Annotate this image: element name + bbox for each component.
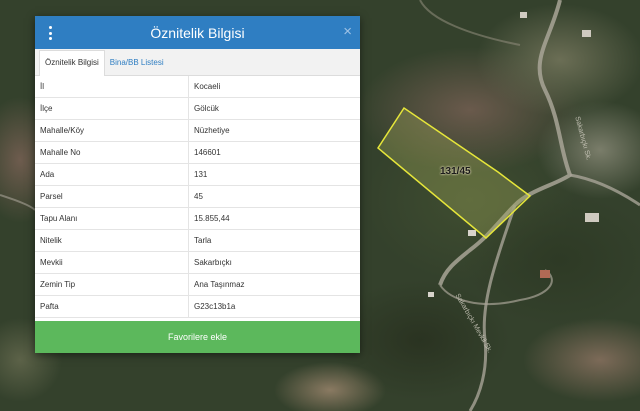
tab-bar: Öznitelik Bilgisi Bina/BB Listesi xyxy=(35,49,360,76)
attribute-value: Tarla xyxy=(188,229,360,252)
tab-attribute-info[interactable]: Öznitelik Bilgisi xyxy=(39,50,105,76)
attribute-key: Mahalle No xyxy=(35,141,189,164)
attribute-key: Parsel xyxy=(35,185,189,208)
panel-title: Öznitelik Bilgisi xyxy=(150,24,245,41)
attribute-value: Ana Taşınmaz xyxy=(188,273,360,296)
attribute-key: İlçe xyxy=(35,97,189,120)
building xyxy=(428,292,434,297)
table-row: İlçe Gölcük xyxy=(35,97,360,120)
table-row: Tapu Alanı 15.855,44 xyxy=(35,207,360,230)
attribute-key: Tapu Alanı xyxy=(35,207,189,230)
attribute-key: Mevkii xyxy=(35,251,189,274)
attribute-value: 15.855,44 xyxy=(188,207,360,230)
building xyxy=(585,213,599,222)
table-row: Nitelik Tarla xyxy=(35,229,360,252)
building xyxy=(582,30,591,37)
road xyxy=(468,204,517,411)
attribute-value: Gölcük xyxy=(188,97,360,120)
close-icon[interactable]: × xyxy=(343,23,352,40)
add-to-favorites-button[interactable]: Favorilere ekle xyxy=(35,321,360,353)
table-row: Mahalle No 146601 xyxy=(35,141,360,164)
attribute-value: 45 xyxy=(188,185,360,208)
table-row: Ada 131 xyxy=(35,163,360,186)
building xyxy=(520,12,527,18)
attribute-value: 131 xyxy=(188,163,360,186)
road xyxy=(419,0,521,46)
attribute-table: İl Kocaeli İlçe Gölcük Mahalle/Köy Nüzhetiy… xyxy=(35,76,360,318)
attribute-key: Mahalle/Köy xyxy=(35,119,189,142)
attribute-value: Sakarbıçkı xyxy=(188,251,360,274)
panel-header: Öznitelik Bilgisi × xyxy=(35,16,360,49)
attribute-value: G23c13b1a xyxy=(188,295,360,318)
attribute-key: Nitelik xyxy=(35,229,189,252)
attribute-key: Ada xyxy=(35,163,189,186)
attribute-value: Nüzhetiye xyxy=(188,119,360,142)
table-row: Parsel 45 xyxy=(35,185,360,208)
vertical-dots-icon[interactable] xyxy=(47,26,53,40)
table-row: Mevkii Sakarbıçkı xyxy=(35,251,360,274)
attribute-key: İl xyxy=(35,76,189,98)
table-row: Zemin Tip Ana Taşınmaz xyxy=(35,273,360,296)
building xyxy=(468,230,476,236)
attribute-key: Zemin Tip xyxy=(35,273,189,296)
parcel-label: 131/45 xyxy=(440,166,471,177)
attribute-info-panel: Öznitelik Bilgisi × Öznitelik Bilgisi Bi… xyxy=(35,16,360,353)
road xyxy=(0,194,36,211)
table-row: Pafta G23c13b1a xyxy=(35,295,360,318)
tab-building-list[interactable]: Bina/BB Listesi xyxy=(105,51,169,75)
table-row: Mahalle/Köy Nüzhetiye xyxy=(35,119,360,142)
building xyxy=(540,270,550,278)
attribute-key: Pafta xyxy=(35,295,189,318)
road xyxy=(569,173,640,207)
table-row: İl Kocaeli xyxy=(35,76,360,98)
attribute-value: 146601 xyxy=(188,141,360,164)
attribute-value: Kocaeli xyxy=(188,76,360,98)
